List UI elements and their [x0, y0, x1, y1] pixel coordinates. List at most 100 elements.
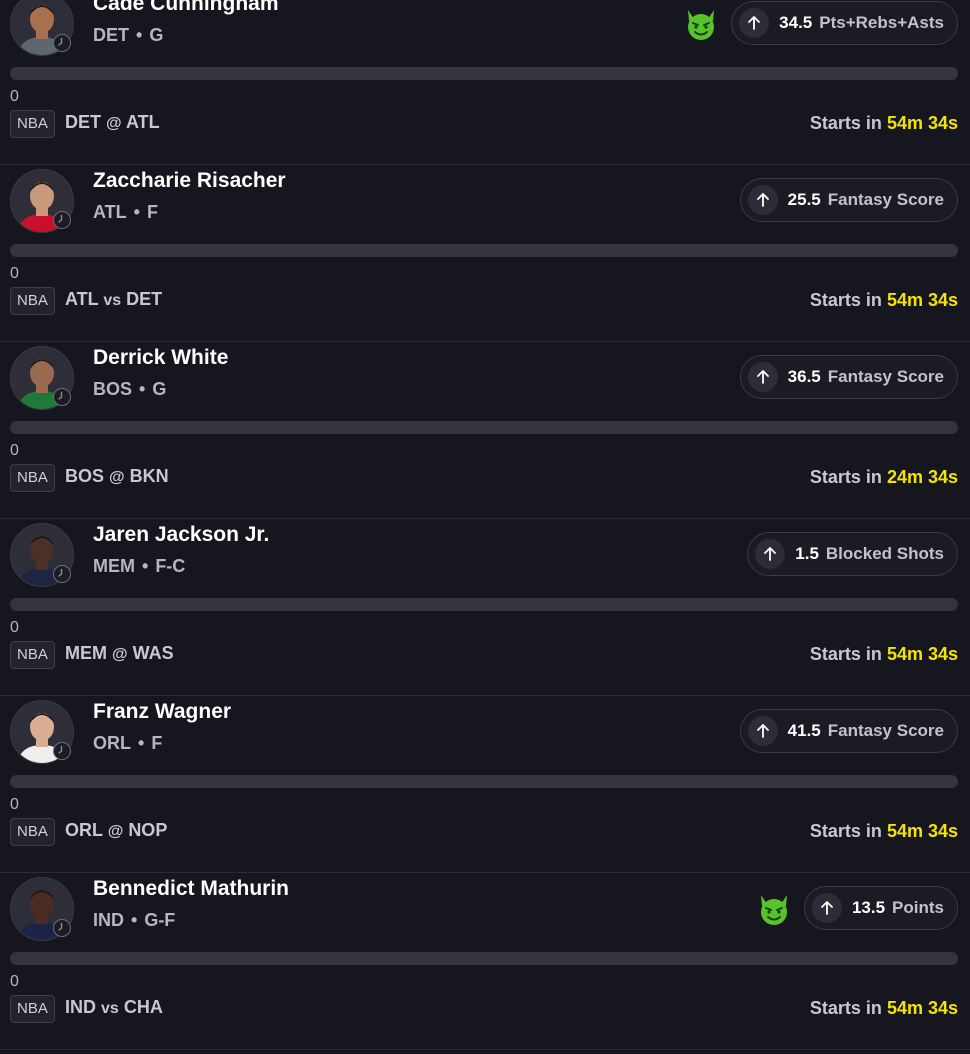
stat-type: Blocked Shots: [825, 544, 944, 563]
projection-line: 13.5: [851, 898, 886, 917]
separator-dot: •: [142, 556, 149, 576]
player-position: F-C: [155, 556, 186, 576]
projection-card[interactable]: Zaccharie Risacher ATL • F 25.5 Fantasy Sc…: [0, 165, 970, 342]
arrow-up-icon[interactable]: [755, 539, 786, 569]
player-team: IND: [93, 910, 124, 930]
clock-icon: [53, 565, 71, 583]
player-position: G-F: [144, 910, 176, 930]
projection-pill[interactable]: 13.5 Points: [803, 886, 958, 930]
matchup-separator: vs: [101, 1000, 119, 1017]
matchup: ATL vs DET: [65, 289, 162, 310]
start-time: Starts in 54m 34s: [810, 644, 958, 665]
start-time: Starts in 54m 34s: [810, 290, 958, 311]
player-team: BOS: [93, 379, 133, 399]
progress-value: 0: [10, 442, 19, 459]
player-name[interactable]: Jaren Jackson Jr.: [93, 523, 269, 547]
progress-bar: [10, 952, 958, 965]
player-meta: DET • G: [93, 25, 163, 46]
matchup-team-b: DET: [126, 289, 163, 309]
clock-icon: [53, 742, 71, 760]
start-time: Starts in 54m 34s: [810, 113, 958, 134]
countdown: 54m 34s: [886, 290, 958, 310]
matchup-team-a: DET: [65, 112, 101, 132]
player-position: G: [152, 379, 167, 399]
countdown: 54m 34s: [886, 644, 958, 664]
matchup-team-b: CHA: [123, 997, 163, 1017]
projection-pill[interactable]: 1.5 Blocked Shots: [747, 532, 958, 576]
projection-card[interactable]: Derrick White BOS • G 36.5 Fantasy Score 0…: [0, 342, 970, 519]
player-position: G: [149, 25, 164, 45]
clock-icon: [53, 34, 71, 52]
player-team: ATL: [93, 202, 127, 222]
player-name[interactable]: Franz Wagner: [93, 700, 231, 724]
progress-bar: [10, 67, 958, 80]
player-meta: ORL • F: [93, 733, 162, 754]
projection-line: 25.5: [787, 190, 821, 209]
stat-type: Fantasy Score: [827, 190, 944, 209]
projection-card[interactable]: Bennedict Mathurin IND • G-F 13.5 Points 0: [0, 873, 970, 1050]
progress-value: 0: [10, 619, 19, 636]
clock-icon: [53, 211, 71, 229]
separator-dot: •: [133, 202, 140, 222]
player-team: DET: [93, 25, 129, 45]
player-team: MEM: [93, 556, 135, 576]
league-badge: NBA: [10, 287, 55, 315]
start-time: Starts in 54m 34s: [810, 998, 958, 1019]
projection-line: 1.5: [795, 544, 819, 563]
matchup-team-a: ORL: [65, 820, 103, 840]
league-badge: NBA: [10, 818, 55, 846]
matchup-team-b: ATL: [125, 112, 160, 132]
countdown: 54m 34s: [886, 998, 958, 1018]
matchup: BOS @ BKN: [65, 466, 169, 487]
countdown: 54m 34s: [886, 113, 958, 133]
arrow-up-icon[interactable]: [747, 362, 778, 392]
player-team: ORL: [93, 733, 131, 753]
projection-card[interactable]: Franz Wagner ORL • F 41.5 Fantasy Score 0 …: [0, 696, 970, 873]
matchup-separator: @: [106, 115, 122, 132]
progress-bar: [10, 775, 958, 788]
player-name[interactable]: Bennedict Mathurin: [93, 877, 289, 901]
arrow-up-icon[interactable]: [811, 893, 842, 923]
player-name[interactable]: Cade Cunningham: [93, 0, 279, 16]
matchup-separator: vs: [103, 292, 122, 309]
projection-card[interactable]: Cade Cunningham DET • G 34.5 Pts+Rebs+Asts…: [0, 0, 970, 165]
progress-bar: [10, 421, 958, 434]
matchup-separator: @: [112, 646, 128, 663]
matchup-team-b: NOP: [128, 820, 168, 840]
player-name[interactable]: Derrick White: [93, 346, 228, 370]
projection-card[interactable]: Jaren Jackson Jr. MEM • F-C 1.5 Blocked Sh…: [0, 519, 970, 696]
league-badge: NBA: [10, 641, 55, 669]
separator-dot: •: [136, 25, 143, 45]
projection-pill[interactable]: 34.5 Pts+Rebs+Asts: [731, 1, 958, 45]
clock-icon: [53, 919, 71, 937]
arrow-up-icon[interactable]: [747, 716, 778, 746]
matchup-team-a: MEM: [65, 643, 107, 663]
progress-value: 0: [10, 973, 19, 990]
demon-icon: [688, 10, 714, 40]
projection-pill[interactable]: 41.5 Fantasy Score: [739, 709, 958, 753]
progress-value: 0: [10, 88, 19, 105]
league-badge: NBA: [10, 995, 55, 1023]
player-name[interactable]: Zaccharie Risacher: [93, 169, 286, 193]
arrow-up-icon[interactable]: [747, 185, 778, 215]
progress-bar: [10, 244, 958, 257]
stat-type: Fantasy Score: [827, 367, 944, 386]
player-position: F: [151, 733, 163, 753]
starts-label: Starts in: [809, 998, 882, 1018]
matchup-team-a: IND: [65, 997, 96, 1017]
progress-value: 0: [10, 265, 19, 282]
projection-line: 36.5: [787, 367, 821, 386]
matchup-team-b: WAS: [132, 643, 174, 663]
projection-line: 34.5: [779, 13, 813, 32]
starts-label: Starts in: [809, 821, 882, 841]
progress-value: 0: [10, 796, 19, 813]
separator-dot: •: [139, 379, 146, 399]
arrow-up-icon[interactable]: [739, 8, 770, 38]
matchup: ORL @ NOP: [65, 820, 167, 841]
projection-pill[interactable]: 36.5 Fantasy Score: [739, 355, 958, 399]
league-badge: NBA: [10, 110, 55, 138]
projection-pill[interactable]: 25.5 Fantasy Score: [739, 178, 958, 222]
progress-bar: [10, 598, 958, 611]
matchup-team-a: BOS: [65, 466, 105, 486]
stat-type: Fantasy Score: [827, 721, 944, 740]
